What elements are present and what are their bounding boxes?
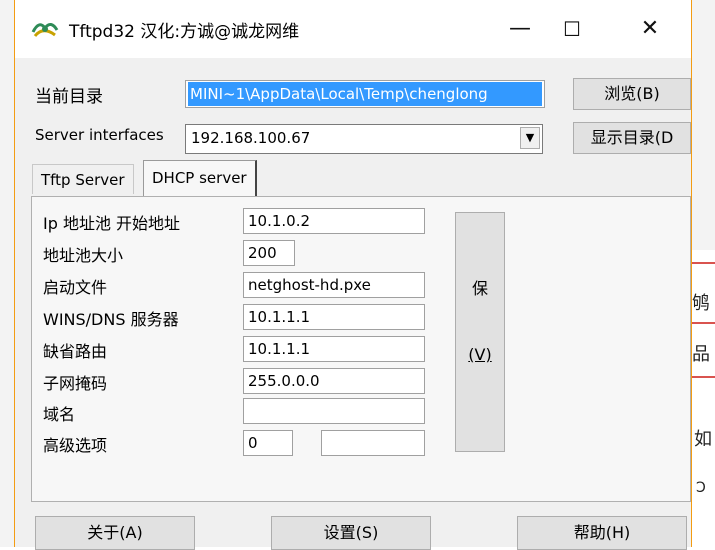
subnet-mask-input[interactable]: 255.0.0.0 (243, 368, 425, 394)
advanced-option-value-input[interactable] (321, 430, 425, 456)
field-label: 地址池大小 (43, 246, 124, 265)
window-title: Tftpd32 汉化:方诚@诚龙网维 (69, 22, 300, 42)
save-button[interactable]: 保 (V) (455, 212, 505, 452)
save-button-label: 保 (471, 279, 488, 298)
field-label: 缺省路由 (43, 342, 108, 361)
show-dir-button[interactable]: 显示目录(D (573, 122, 691, 154)
close-button[interactable]: ✕ (627, 14, 673, 44)
tftpd32-window: Tftpd32 汉化:方诚@诚龙网维 — ☐ ✕ 当前目录 MINI~1\App… (14, 0, 692, 550)
field-label: 域名 (43, 405, 76, 424)
field-label: 子网掩码 (43, 374, 108, 393)
settings-button[interactable]: 设置(S) (271, 516, 431, 550)
save-button-shortcut: (V) (468, 345, 492, 364)
ip-pool-start-input[interactable]: 10.1.0.2 (243, 208, 425, 234)
pool-size-input[interactable]: 200 (243, 240, 295, 266)
background-red-line (691, 376, 715, 378)
background-text: 如 (694, 429, 712, 450)
minimize-button[interactable]: — (497, 14, 543, 44)
server-interfaces-label: Server interfaces (35, 126, 164, 144)
background-window-left (0, 0, 14, 547)
field-label: Ip 地址池 开始地址 (43, 214, 181, 233)
tab-dhcp-server[interactable]: DHCP server (143, 160, 257, 198)
current-dir-value: MINI~1\AppData\Local\Temp\chenglong (188, 82, 542, 106)
background-red-line (691, 262, 715, 264)
current-dir-label: 当前目录 (35, 87, 103, 107)
background-red-line (691, 322, 715, 324)
background-text: 鸲 (692, 293, 710, 314)
advanced-option-input[interactable]: 0 (243, 430, 293, 456)
help-button[interactable]: 帮助(H) (517, 516, 687, 550)
chevron-down-icon[interactable]: ▼ (520, 127, 540, 149)
tftpd-app-icon (31, 23, 59, 38)
maximize-button[interactable]: ☐ (549, 14, 595, 44)
background-text: 品 (692, 344, 710, 365)
field-label: 高级选项 (43, 436, 108, 455)
boot-file-input[interactable]: netghost-hd.pxe (243, 272, 425, 298)
domain-name-input[interactable] (243, 398, 425, 424)
field-label: WINS/DNS 服务器 (43, 310, 179, 329)
title-bar[interactable]: Tftpd32 汉化:方诚@诚龙网维 — ☐ ✕ (15, 0, 691, 58)
tab-tftp-server[interactable]: Tftp Server (32, 164, 134, 194)
background-text: Ɔ (696, 480, 706, 496)
wins-dns-input[interactable]: 10.1.1.1 (243, 304, 425, 330)
server-interface-value: 192.168.100.67 (191, 129, 311, 147)
default-router-input[interactable]: 10.1.1.1 (243, 336, 425, 362)
about-button[interactable]: 关于(A) (35, 516, 195, 550)
browse-button[interactable]: 浏览(B) (573, 78, 691, 110)
current-dir-field[interactable]: MINI~1\AppData\Local\Temp\chenglong (185, 80, 545, 108)
server-interface-select[interactable]: 192.168.100.67 ▼ (185, 124, 543, 154)
field-label: 启动文件 (43, 278, 108, 297)
